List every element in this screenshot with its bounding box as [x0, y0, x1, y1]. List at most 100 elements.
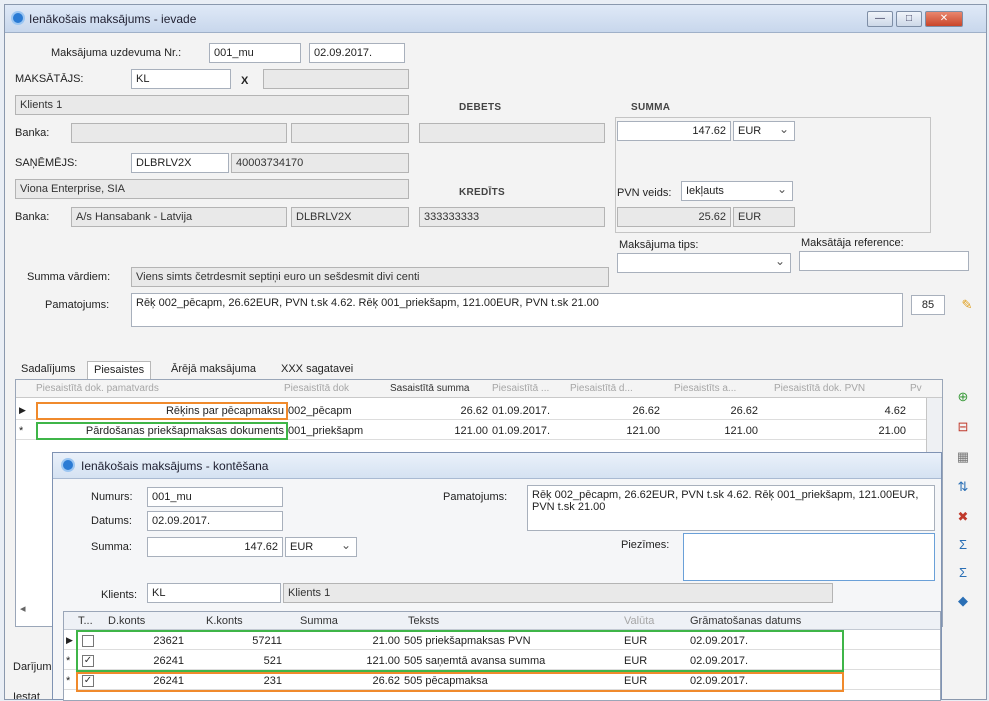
col-linked-3[interactable]: Piesaistīts a...	[674, 383, 770, 394]
minimize-button[interactable]: —	[867, 11, 893, 27]
x-label: X	[241, 75, 249, 87]
col-linked-1[interactable]: Piesaistītā ...	[492, 383, 566, 394]
klients-code-input[interactable]: KL	[147, 583, 281, 603]
piezimes-textarea[interactable]	[683, 533, 935, 581]
pvn-type-label: PVN veids:	[617, 187, 672, 199]
orange-highlight	[76, 672, 844, 692]
payer-reference-input[interactable]	[799, 251, 969, 271]
row-date: 01.09.2017.	[492, 425, 551, 437]
col-doc[interactable]: Piesaistītā dok	[284, 383, 384, 394]
kredit-account-field: 333333333	[419, 207, 605, 227]
posting-grid-header: T... D.konts K.konts Summa Teksts Valūta…	[64, 612, 940, 630]
summa-input[interactable]: 147.62	[617, 121, 731, 141]
row-v1: 26.62	[632, 405, 660, 417]
payer-bank-field	[71, 123, 287, 143]
receiver-bank-bic-field: DLBRLV2X	[291, 207, 409, 227]
current-row-marker: ▶	[66, 635, 73, 645]
payer-code-input[interactable]: KL	[131, 69, 231, 89]
posting-app-icon	[61, 458, 75, 472]
purpose-textarea[interactable]: Rēķ 002_pēcapm, 26.62EUR, PVN t.sk 4.62.…	[131, 293, 903, 327]
receiver-bank-field: A/s Hansabank - Latvija	[71, 207, 287, 227]
col-linked-vat[interactable]: Piesaistītā dok. PVN	[774, 383, 904, 394]
new-row-marker: *	[66, 655, 71, 667]
payer-label: MAKSĀTĀJS:	[15, 73, 84, 85]
posting-window: Ienākošais maksājums - kontēšana Numurs:…	[52, 452, 942, 701]
links-grid-header: Piesaistītā dok. pamatvards Piesaistītā …	[16, 380, 942, 398]
datums-input[interactable]: 02.09.2017.	[147, 511, 283, 531]
col-pv[interactable]: Pv	[910, 383, 930, 394]
kredit-label: KREDĪTS	[459, 187, 505, 198]
amount-words-field: Viens simts četrdesmit septiņi euro un s…	[131, 267, 609, 287]
add-link-icon[interactable]: ⊕	[955, 389, 971, 405]
window-title: Ienākošais maksājums - ievade	[29, 12, 197, 26]
summa2-label: Summa:	[91, 541, 132, 553]
klients-name-field: Klients 1	[283, 583, 833, 603]
payer-bank-bic-field	[291, 123, 409, 143]
receiver-reg-field: 40003734170	[231, 153, 409, 173]
col-valuta[interactable]: Valūta	[624, 615, 654, 627]
col-kredit-account[interactable]: K.konts	[206, 615, 243, 627]
purpose-code-field[interactable]: 85	[911, 295, 945, 315]
sort-icon[interactable]: ⇅	[955, 479, 971, 495]
receiver-name-field: Viona Enterprise, SIA	[15, 179, 409, 199]
debet-account-field	[419, 123, 605, 143]
row-vat: 4.62	[884, 405, 906, 417]
col-summa[interactable]: Summa	[300, 615, 338, 627]
col-linked-amount[interactable]: Sasaistītā summa	[390, 383, 490, 394]
receiver-label: SAŅĒMĒJS:	[15, 157, 78, 169]
remove-link-icon[interactable]: ⊟	[955, 419, 971, 435]
row-v2: 121.00	[724, 425, 758, 437]
current-row-marker: ▶	[19, 405, 26, 415]
receiver-bic-input[interactable]: DLBRLV2X	[131, 153, 229, 173]
bottom-label-1: Darījum	[13, 661, 52, 673]
tab-sadalijums[interactable]: Sadalījums	[15, 361, 81, 379]
numurs-label: Numurs:	[91, 491, 133, 503]
amount-words-label: Summa vārdiem:	[27, 271, 111, 283]
receiver-bank-label: Banka:	[15, 211, 50, 223]
doc-number-input[interactable]: 001_mu	[209, 43, 301, 63]
numurs-input[interactable]: 001_mu	[147, 487, 283, 507]
scroll-left-icon[interactable]: ◂	[20, 602, 26, 615]
payer-bank-label: Banka:	[15, 127, 50, 139]
posting-window-title: Ienākošais maksājums - kontēšana	[81, 459, 269, 473]
doc-date-input[interactable]: 02.09.2017.	[309, 43, 405, 63]
payment-type-select[interactable]	[617, 253, 791, 273]
col-posting-date[interactable]: Grāmatošanas datums	[690, 615, 801, 627]
tab-arejais[interactable]: Ārējā maksājuma	[165, 361, 262, 379]
summa2-input[interactable]: 147.62	[147, 537, 283, 557]
currency2-select[interactable]: EUR	[285, 537, 357, 557]
new-row-marker: *	[19, 425, 24, 437]
grid-icon[interactable]: ▦	[955, 449, 971, 465]
col-doc-name[interactable]: Piesaistītā dok. pamatvards	[36, 383, 276, 394]
klients-label: Klients:	[101, 589, 138, 601]
bottom-label-2: Iestat	[13, 691, 40, 700]
green-highlight	[76, 630, 844, 672]
green-highlight	[36, 422, 288, 440]
tab-sagatave[interactable]: XXX sagatavei	[275, 361, 359, 379]
payer-reference-label: Maksātāja reference:	[801, 237, 904, 249]
col-t[interactable]: T...	[78, 615, 93, 627]
maximize-button[interactable]: □	[896, 11, 922, 27]
app-icon	[11, 11, 25, 25]
purpose-label: Pamatojums:	[45, 299, 110, 311]
sum-add-icon[interactable]: Σ	[955, 537, 971, 553]
delete-icon[interactable]: ✖	[955, 509, 971, 525]
piezimes-label: Piezīmes:	[621, 539, 670, 551]
row-vat: 21.00	[878, 425, 906, 437]
tab-piesaistes[interactable]: Piesaistes	[87, 361, 152, 379]
diamond-icon[interactable]: ◆	[955, 593, 971, 609]
debet-label: DEBETS	[459, 102, 502, 113]
col-teksts[interactable]: Teksts	[408, 615, 439, 627]
col-debet-account[interactable]: D.konts	[108, 615, 145, 627]
currency-select[interactable]: EUR	[733, 121, 795, 141]
close-button[interactable]: ✕	[925, 11, 963, 27]
col-linked-2[interactable]: Piesaistītā d...	[570, 383, 670, 394]
pvn-type-select[interactable]: Iekļauts	[681, 181, 793, 201]
pamatojums-label: Pamatojums:	[443, 491, 508, 503]
row-doc: 002_pēcapm	[288, 405, 352, 417]
new-row-marker: *	[66, 675, 71, 687]
folder-icon[interactable]: ✎	[959, 297, 975, 313]
pamatojums-textarea[interactable]: Rēķ 002_pēcapm, 26.62EUR, PVN t.sk 4.62.…	[527, 485, 935, 531]
sum-icon[interactable]: Σ	[955, 565, 971, 581]
pvn-amount-field: 25.62	[617, 207, 731, 227]
